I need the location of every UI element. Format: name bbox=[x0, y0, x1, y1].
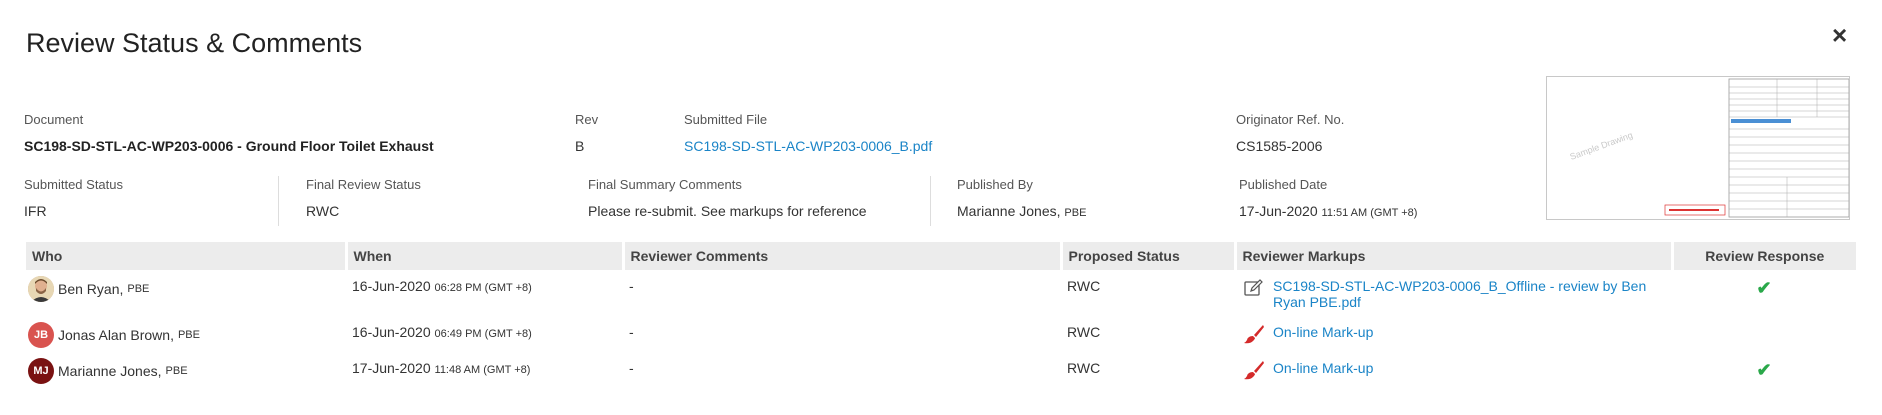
column-header-who[interactable]: Who bbox=[26, 242, 348, 270]
originator-ref-value: CS1585-2006 bbox=[1236, 138, 1323, 154]
divider bbox=[278, 176, 279, 226]
when-cell: 16-Jun-2020 06:49 PM (GMT +8) bbox=[346, 316, 623, 352]
review-response-cell bbox=[1672, 316, 1856, 352]
submitted-file-label: Submitted File bbox=[684, 112, 768, 127]
edit-icon bbox=[1243, 278, 1265, 298]
avatar: JB bbox=[28, 322, 54, 348]
modal-title: Review Status & Comments bbox=[26, 28, 363, 58]
reviewer-name: Marianne Jones, bbox=[58, 363, 162, 379]
final-summary-comments-value: Please re-submit. See markups for refere… bbox=[588, 203, 867, 219]
published-date-label: Published Date bbox=[1239, 177, 1328, 192]
reviewer-comments-cell: - bbox=[629, 324, 634, 340]
who-cell: MJ Marianne Jones, PBE bbox=[26, 352, 346, 388]
table-row: JB Jonas Alan Brown, PBE 16-Jun-2020 06:… bbox=[26, 316, 1856, 352]
column-header-proposed-status[interactable]: Proposed Status bbox=[1061, 242, 1237, 270]
final-summary-comments-label: Final Summary Comments bbox=[588, 177, 742, 192]
brush-icon bbox=[1243, 360, 1265, 380]
review-response-cell: ✔ bbox=[1672, 270, 1856, 316]
review-date: 16-Jun-2020 bbox=[352, 278, 431, 294]
final-review-status-label: Final Review Status bbox=[306, 177, 421, 192]
review-time: 11:48 AM (GMT +8) bbox=[434, 364, 531, 376]
online-markup-link[interactable]: On-line Mark-up bbox=[1273, 324, 1373, 340]
reviewer-org: PBE bbox=[165, 365, 188, 377]
final-review-status-value: RWC bbox=[306, 203, 340, 219]
rev-label: Rev bbox=[575, 112, 599, 127]
when-cell: 16-Jun-2020 06:28 PM (GMT +8) bbox=[346, 270, 623, 316]
published-time: 11:51 AM (GMT +8) bbox=[1321, 207, 1418, 219]
reviewer-name: Jonas Alan Brown, bbox=[58, 327, 174, 343]
review-status-modal: Review Status & Comments × Document SC19… bbox=[0, 0, 1882, 415]
submitted-status-value: IFR bbox=[24, 203, 47, 219]
divider bbox=[930, 176, 931, 226]
reviewer-name: Ben Ryan, bbox=[58, 281, 124, 297]
originator-ref-label: Originator Ref. No. bbox=[1236, 112, 1345, 127]
brush-icon bbox=[1243, 324, 1265, 344]
drawing-preview-image: Sample Drawing bbox=[1547, 77, 1849, 219]
check-icon: ✔ bbox=[1756, 278, 1772, 298]
avatar bbox=[28, 276, 54, 302]
published-date: 17-Jun-2020 bbox=[1239, 203, 1318, 219]
markup-file-link[interactable]: SC198-SD-STL-AC-WP203-0006_B_Offline - r… bbox=[1273, 278, 1666, 310]
column-header-review-response[interactable]: Review Response bbox=[1672, 242, 1856, 270]
review-time: 06:28 PM (GMT +8) bbox=[434, 282, 532, 294]
review-response-cell: ✔ bbox=[1672, 352, 1856, 388]
document-value: SC198-SD-STL-AC-WP203-0006 - Ground Floo… bbox=[24, 138, 434, 154]
reviewer-comments-cell: - bbox=[629, 278, 634, 294]
reviewer-markups-cell: SC198-SD-STL-AC-WP203-0006_B_Offline - r… bbox=[1235, 270, 1672, 316]
who-cell: JB Jonas Alan Brown, PBE bbox=[26, 316, 346, 352]
proposed-status-cell: RWC bbox=[1067, 324, 1101, 340]
review-date: 16-Jun-2020 bbox=[352, 324, 431, 340]
who-cell: Ben Ryan, PBE bbox=[26, 270, 346, 316]
table-row: Ben Ryan, PBE 16-Jun-2020 06:28 PM (GMT … bbox=[26, 270, 1856, 316]
reviewer-markups-cell: On-line Mark-up bbox=[1235, 316, 1672, 352]
column-header-reviewer-comments[interactable]: Reviewer Comments bbox=[623, 242, 1063, 270]
check-icon: ✔ bbox=[1756, 360, 1772, 380]
reviewer-markups-cell: On-line Mark-up bbox=[1235, 352, 1672, 388]
avatar: MJ bbox=[28, 358, 54, 384]
published-by-value: Marianne Jones, PBE bbox=[957, 203, 1086, 219]
proposed-status-cell: RWC bbox=[1067, 278, 1101, 294]
rev-value: B bbox=[575, 138, 585, 154]
published-by-name: Marianne Jones, bbox=[957, 203, 1061, 219]
published-by-org: PBE bbox=[1064, 207, 1087, 219]
published-by-label: Published By bbox=[957, 177, 1033, 192]
review-time: 06:49 PM (GMT +8) bbox=[434, 328, 532, 340]
when-cell: 17-Jun-2020 11:48 AM (GMT +8) bbox=[346, 352, 623, 388]
reviewer-org: PBE bbox=[177, 329, 200, 341]
document-thumbnail[interactable]: Sample Drawing bbox=[1546, 76, 1850, 220]
table-row: MJ Marianne Jones, PBE 17-Jun-2020 11:48… bbox=[26, 352, 1856, 388]
submitted-file-link[interactable]: SC198-SD-STL-AC-WP203-0006_B.pdf bbox=[684, 138, 932, 154]
reviews-table: Who When Reviewer Comments Proposed Stat… bbox=[26, 242, 1856, 388]
document-label: Document bbox=[24, 112, 84, 127]
column-header-reviewer-markups[interactable]: Reviewer Markups bbox=[1235, 242, 1674, 270]
column-header-when[interactable]: When bbox=[346, 242, 625, 270]
proposed-status-cell: RWC bbox=[1067, 360, 1101, 376]
table-header-row: Who When Reviewer Comments Proposed Stat… bbox=[26, 242, 1856, 270]
reviewer-org: PBE bbox=[127, 283, 150, 295]
close-icon[interactable]: × bbox=[1832, 22, 1847, 48]
published-date-value: 17-Jun-2020 11:51 AM (GMT +8) bbox=[1239, 203, 1417, 219]
reviewer-comments-cell: - bbox=[629, 360, 634, 376]
submitted-status-label: Submitted Status bbox=[24, 177, 123, 192]
review-date: 17-Jun-2020 bbox=[352, 360, 431, 376]
online-markup-link[interactable]: On-line Mark-up bbox=[1273, 360, 1373, 376]
